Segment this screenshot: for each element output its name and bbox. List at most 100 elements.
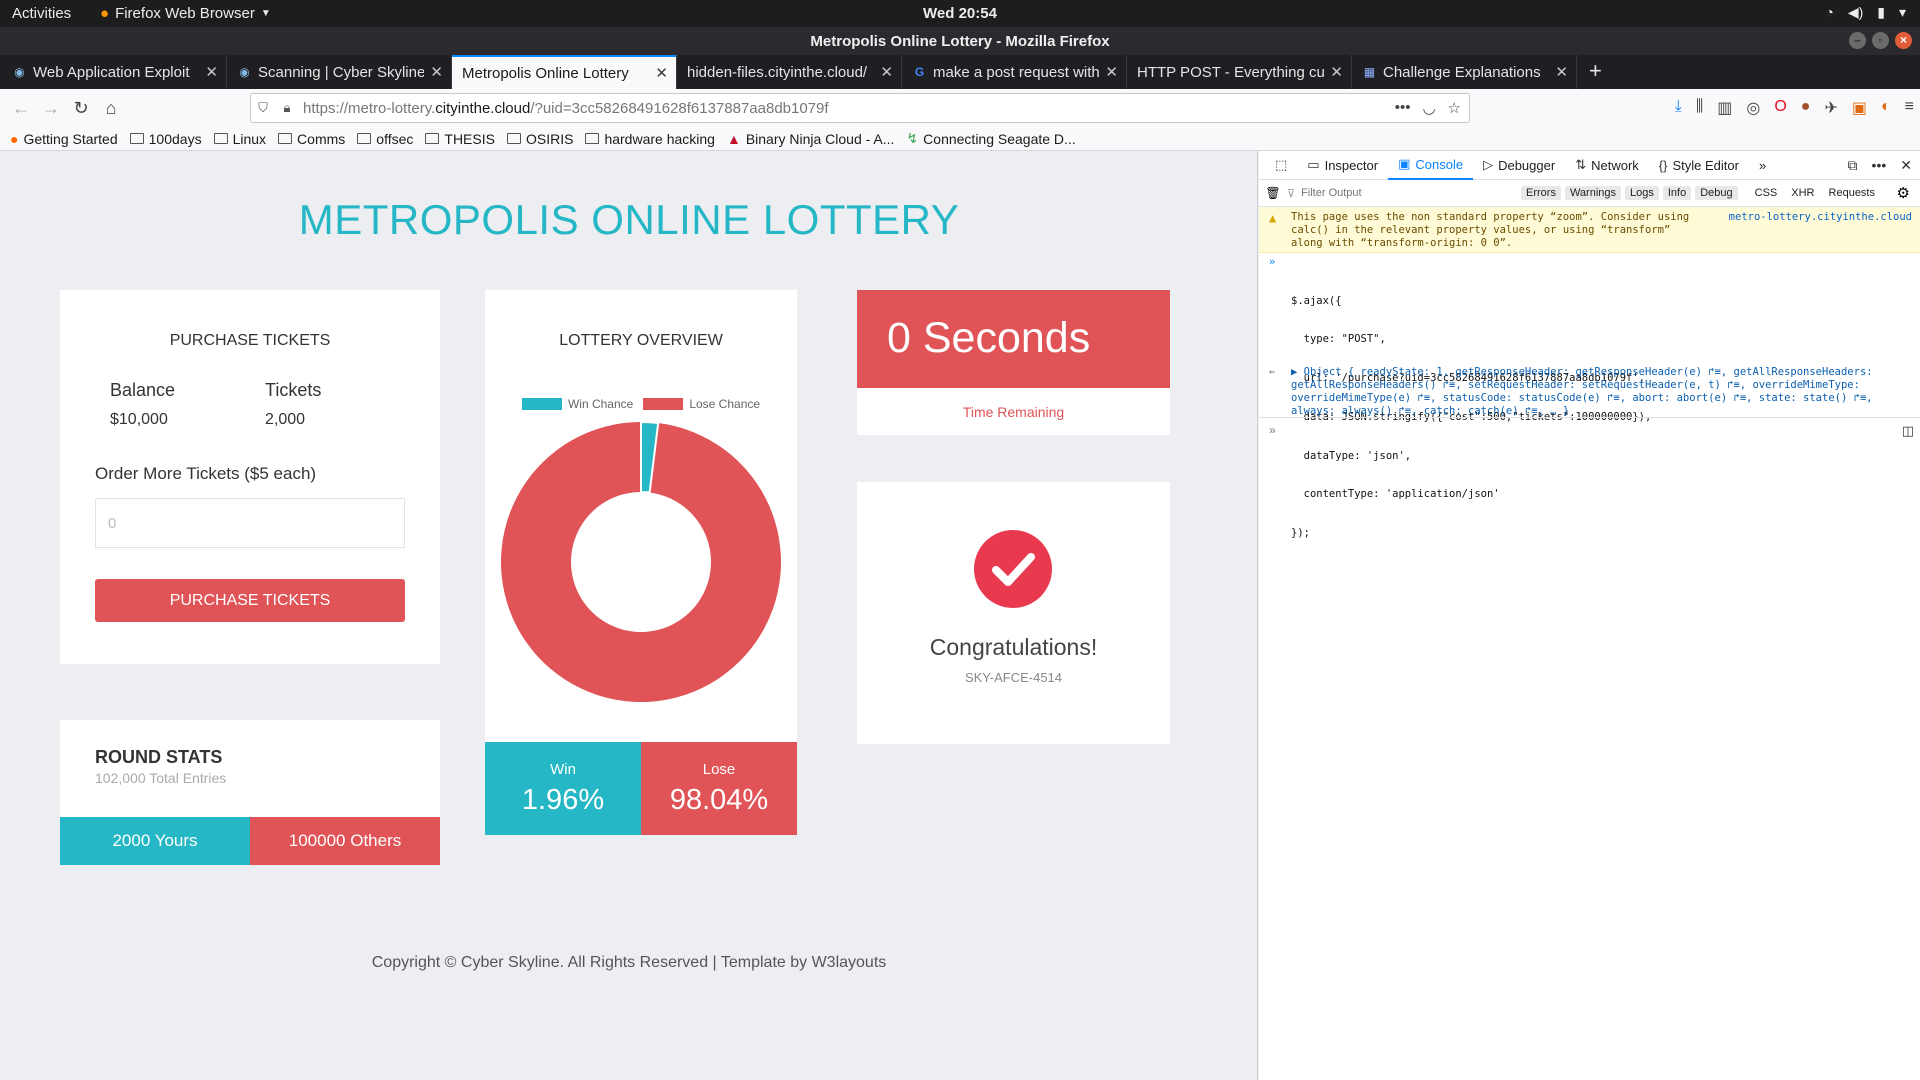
style-editor-icon: {} [1658, 157, 1668, 173]
close-tab-icon[interactable]: ✕ [655, 64, 668, 82]
filter-logs-button[interactable]: Logs [1625, 186, 1659, 200]
trash-icon[interactable]: 🗑︎ [1259, 186, 1287, 200]
tab-post-request[interactable]: G make a post request with ✕ [902, 55, 1127, 89]
footer-copyright: Copyright © Cyber Skyline. All Rights Re… [371, 954, 887, 971]
reload-icon[interactable]: ↻ [66, 98, 96, 119]
menu-icon[interactable]: ≡ [1905, 98, 1914, 118]
account-icon[interactable]: ◎ [1746, 98, 1760, 118]
extension-burp-icon[interactable]: ▣ [1852, 98, 1867, 118]
split-console-icon[interactable]: ◫ [1902, 423, 1914, 439]
extension-fox-icon[interactable]: ◐ [1881, 98, 1891, 118]
legend-win[interactable]: Win Chance [521, 397, 633, 411]
lock-icon[interactable]: 🔒︎ [275, 100, 299, 116]
tab-http-post-curl[interactable]: HTTP POST - Everything curl ✕ [1127, 55, 1352, 89]
filter-xhr-button[interactable]: XHR [1786, 186, 1819, 200]
google-favicon-icon: G [914, 64, 925, 79]
close-window-icon[interactable]: × [1895, 32, 1912, 49]
shield-icon[interactable]: ⛉ [251, 100, 275, 116]
bookmark-folder-thesis[interactable]: THESIS [425, 131, 495, 147]
round-stats-card: ROUND STATS 102,000 Total Entries 2000 Y… [60, 720, 440, 865]
filter-errors-button[interactable]: Errors [1521, 186, 1561, 200]
seagate-icon: ↯ [906, 130, 919, 146]
legend-lose[interactable]: Lose Chance [643, 397, 760, 411]
close-tab-icon[interactable]: ✕ [1555, 63, 1568, 81]
filter-requests-button[interactable]: Requests [1824, 186, 1880, 200]
page-actions-icon[interactable]: ••• [1395, 99, 1411, 117]
bookmark-folder-offsec[interactable]: offsec [357, 131, 413, 147]
downloads-icon[interactable]: ⤓ [1675, 98, 1682, 118]
lottery-overview-card: LOTTERY OVERVIEW Win Chance Lose Chance … [485, 290, 797, 835]
home-icon[interactable]: ⌂ [96, 98, 126, 119]
console-output-object[interactable]: ← ▶ Object { readyState: 1, getResponseH… [1259, 364, 1920, 418]
close-tab-icon[interactable]: ✕ [1330, 63, 1343, 81]
library-icon[interactable]: ⫼ [1696, 98, 1703, 118]
close-tab-icon[interactable]: ✕ [430, 63, 443, 81]
bookmark-folder-comms[interactable]: Comms [278, 131, 345, 147]
bookmark-folder-100days[interactable]: 100days [129, 131, 202, 147]
tab-challenge-explanations[interactable]: ▦ Challenge Explanations ✕ [1352, 55, 1577, 89]
close-tab-icon[interactable]: ✕ [1105, 63, 1118, 81]
new-tab-icon[interactable]: + [1577, 58, 1614, 87]
console-warning-message: ▲ This page uses the non standard proper… [1259, 207, 1920, 253]
back-icon[interactable]: ← [6, 98, 36, 119]
filter-info-button[interactable]: Info [1662, 186, 1692, 200]
ticket-quantity-input[interactable] [95, 498, 405, 548]
url-bar[interactable]: ⛉ 🔒︎ https://metro-lottery.cityinthe.clo… [250, 93, 1470, 123]
wifi-icon: ◔ [1825, 4, 1834, 20]
bookmark-star-icon[interactable]: ☆ [1448, 99, 1461, 117]
warning-source-link[interactable]: metro-lottery.cityinthe.cloud [1729, 211, 1912, 224]
code-line: $.ajax({ [1291, 294, 1342, 307]
devtools-tab-network[interactable]: ⇅ Network [1565, 151, 1649, 180]
odds-donut-chart [501, 420, 781, 702]
tab-scanning[interactable]: ◉ Scanning | Cyber Skyline ✕ [227, 55, 452, 89]
tab-hidden-files[interactable]: hidden-files.cityinthe.cloud/ ✕ [677, 55, 902, 89]
filter-output-input[interactable] [1295, 187, 1516, 199]
tab-web-app-exploit[interactable]: ◉ Web Application Exploit ✕ [2, 55, 227, 89]
tab-metropolis-lottery[interactable]: Metropolis Online Lottery ✕ [452, 55, 677, 89]
app-menu[interactable]: ● Firefox Web Browser ▼ [100, 5, 271, 22]
console-input-prompt[interactable]: » [1269, 423, 1276, 437]
more-tools-icon[interactable]: » [1749, 151, 1776, 180]
extension-cookie-icon[interactable]: ● [1801, 98, 1811, 118]
bookmark-binary-ninja[interactable]: ▲ Binary Ninja Cloud - A... [727, 131, 894, 147]
maximize-icon[interactable]: ▫ [1872, 32, 1889, 49]
filter-warnings-button[interactable]: Warnings [1564, 186, 1622, 200]
extension-tool-icon[interactable]: ✈ [1824, 98, 1837, 118]
console-settings-icon[interactable]: ⚙ [1897, 184, 1910, 202]
devtools-tab-inspector[interactable]: ▭ Inspector [1297, 151, 1388, 180]
dock-icon[interactable]: ⧉ [1848, 157, 1858, 174]
forward-icon[interactable]: → [36, 98, 66, 119]
code-line: dataType: 'json', [1291, 449, 1412, 462]
element-picker-icon[interactable]: ⬚ [1265, 151, 1297, 180]
lose-percentage: 98.04% [669, 784, 769, 816]
lose-label: Lose [702, 761, 736, 778]
filter-debug-button[interactable]: Debug [1695, 186, 1738, 200]
bookmark-seagate[interactable]: ↯ Connecting Seagate D... [906, 130, 1075, 147]
minimize-icon[interactable]: – [1849, 32, 1866, 49]
activities-button[interactable]: Activities [12, 5, 71, 22]
tickets-label: Tickets [265, 380, 322, 400]
bookmark-folder-osiris[interactable]: OSIRIS [506, 131, 573, 147]
balance-block: Balance $10,000 [110, 380, 175, 429]
close-tab-icon[interactable]: ✕ [205, 63, 218, 81]
extension-opera-icon[interactable]: O [1774, 98, 1786, 118]
pocket-icon[interactable]: ◡ [1422, 99, 1435, 117]
url-text[interactable]: https://metro-lottery.cityinthe.cloud/?u… [299, 100, 1395, 117]
purchase-tickets-button[interactable]: PURCHASE TICKETS [95, 579, 405, 622]
result-arrow-icon: ← [1269, 366, 1276, 378]
volume-icon: ◀) [1847, 4, 1864, 20]
filter-css-button[interactable]: CSS [1750, 186, 1783, 200]
bookmark-folder-linux[interactable]: Linux [213, 131, 266, 147]
cyber-skyline-favicon-icon: ◉ [14, 64, 25, 79]
close-devtools-icon[interactable]: ✕ [1900, 157, 1912, 174]
sidebar-icon[interactable]: ▥ [1717, 98, 1732, 118]
devtools-tab-debugger[interactable]: ▷ Debugger [1473, 151, 1565, 180]
bookmark-folder-hardware-hacking[interactable]: hardware hacking [585, 131, 715, 147]
system-tray[interactable]: ◔ ◀) ▮ ▾ [1825, 4, 1906, 21]
devtools-menu-icon[interactable]: ••• [1872, 157, 1887, 174]
devtools-tab-console[interactable]: ▣ Console [1388, 151, 1474, 180]
close-tab-icon[interactable]: ✕ [880, 63, 893, 81]
bookmark-getting-started[interactable]: ● Getting Started [10, 131, 118, 147]
clock[interactable]: Wed 20:54 [0, 5, 1920, 22]
devtools-tab-style-editor[interactable]: {} Style Editor [1649, 151, 1749, 180]
